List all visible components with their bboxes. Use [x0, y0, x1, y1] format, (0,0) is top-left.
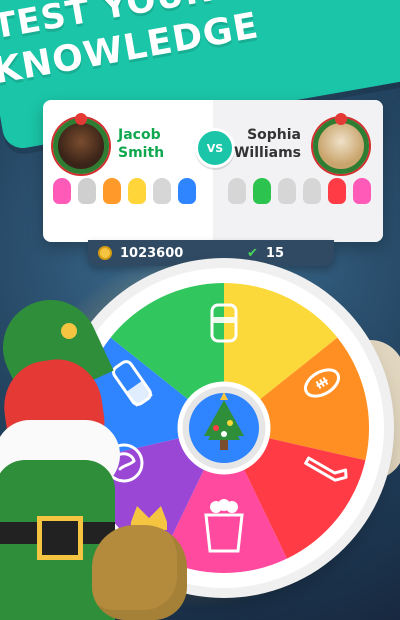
stats-bar: 1023600 ✔ 15 [88, 240, 334, 266]
character-gray-icon [278, 178, 296, 204]
character-orange-icon [103, 178, 121, 204]
character-blue-icon [178, 178, 196, 204]
vs-badge: VS [195, 128, 235, 168]
player-right-characters [228, 178, 371, 204]
character-gray-icon [303, 178, 321, 204]
character-gray-icon [228, 178, 246, 204]
player-left-avatar [53, 113, 109, 174]
coins-stat: 1023600 [98, 246, 183, 261]
character-yellow-icon [128, 178, 146, 204]
wins-value: 15 [265, 245, 284, 261]
character-red-icon [328, 178, 346, 204]
player-left-name: Jacob Smith [118, 126, 164, 162]
name-line: Smith [118, 145, 165, 161]
check-icon: ✔ [247, 245, 258, 261]
player-left-characters [53, 178, 196, 204]
name-line: Sophia [247, 127, 301, 143]
character-gray-icon [153, 178, 171, 204]
bow-icon [75, 113, 87, 125]
character-gray-icon [78, 178, 96, 204]
gift-sack [92, 525, 187, 620]
right-player-panel [213, 100, 383, 242]
player-right-name: Sophia Williams [234, 126, 301, 162]
coins-value: 1023600 [120, 245, 184, 261]
character-pink-icon [353, 178, 371, 204]
player-right-avatar [313, 113, 369, 174]
match-card[interactable]: Jacob Smith VS Sophia Williams [43, 100, 383, 242]
coin-icon [98, 246, 112, 260]
name-line: Williams [233, 145, 301, 161]
name-line: Jacob [118, 127, 161, 143]
character-green-icon [253, 178, 271, 204]
belt-buckle-icon [37, 516, 83, 560]
bow-icon [335, 113, 347, 125]
bell-icon [61, 323, 77, 339]
wins-stat: ✔ 15 [247, 246, 284, 261]
character-pink-icon [53, 178, 71, 204]
